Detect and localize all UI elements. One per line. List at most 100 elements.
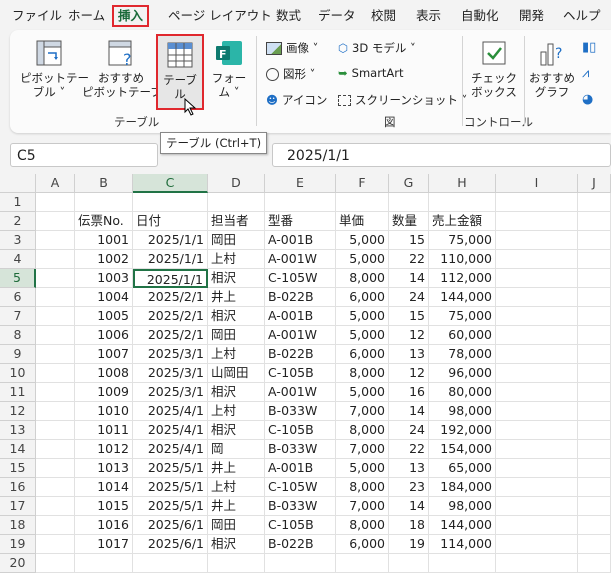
cell[interactable]: 1002 (75, 250, 133, 269)
cell[interactable] (578, 383, 611, 402)
cell[interactable] (578, 288, 611, 307)
cell[interactable] (208, 193, 265, 212)
cell[interactable]: 1003 (75, 269, 133, 288)
cell[interactable]: 井上 (208, 459, 265, 478)
tab-data[interactable]: データ (318, 6, 356, 26)
cell[interactable]: 8,000 (336, 364, 389, 383)
tab-file[interactable]: ファイル (12, 6, 62, 26)
cell[interactable] (496, 212, 578, 231)
cell[interactable] (36, 383, 75, 402)
cell[interactable]: 2025/4/1 (133, 402, 208, 421)
cell[interactable] (578, 345, 611, 364)
cell[interactable]: A-001W (265, 383, 336, 402)
row-header[interactable]: 3 (0, 231, 36, 250)
cell[interactable]: 相沢 (208, 269, 265, 288)
cell[interactable]: 1011 (75, 421, 133, 440)
cell[interactable] (496, 459, 578, 478)
cell[interactable] (265, 554, 336, 573)
cell[interactable]: 岡 (208, 440, 265, 459)
row-header[interactable]: 18 (0, 516, 36, 535)
cell[interactable] (496, 193, 578, 212)
cell[interactable] (389, 554, 429, 573)
cell[interactable] (496, 440, 578, 459)
cell[interactable] (36, 440, 75, 459)
row-header[interactable]: 4 (0, 250, 36, 269)
cell[interactable]: 1005 (75, 307, 133, 326)
cell[interactable]: 上村 (208, 402, 265, 421)
cell[interactable] (496, 535, 578, 554)
cell[interactable] (208, 554, 265, 573)
cell[interactable] (578, 364, 611, 383)
cell[interactable]: A-001B (265, 459, 336, 478)
cell[interactable] (36, 250, 75, 269)
select-all-corner[interactable] (0, 174, 36, 193)
cell[interactable] (578, 516, 611, 535)
cell[interactable]: B-033W (265, 497, 336, 516)
tab-help[interactable]: ヘルプ (563, 6, 601, 26)
cell[interactable]: 2025/1/1 (133, 250, 208, 269)
cell[interactable]: 22 (389, 250, 429, 269)
cell[interactable]: 2025/3/1 (133, 383, 208, 402)
cell[interactable]: 2025/6/1 (133, 516, 208, 535)
cell[interactable] (578, 269, 611, 288)
tab-page-layout[interactable]: ページ レイアウト (168, 6, 272, 26)
cell[interactable]: 2025/1/1 (133, 231, 208, 250)
tab-review[interactable]: 校閲 (371, 6, 396, 26)
cell[interactable] (578, 307, 611, 326)
cell[interactable]: 数量 (389, 212, 429, 231)
cell[interactable]: 伝票No. (75, 212, 133, 231)
cell[interactable] (578, 231, 611, 250)
cell[interactable]: 14 (389, 402, 429, 421)
cell[interactable]: 井上 (208, 497, 265, 516)
cell[interactable]: 154,000 (429, 440, 496, 459)
row-header[interactable]: 5 (0, 269, 36, 288)
cell[interactable] (75, 193, 133, 212)
column-header[interactable]: C (133, 174, 208, 193)
cell[interactable]: 2025/2/1 (133, 326, 208, 345)
cell[interactable]: 22 (389, 440, 429, 459)
cell[interactable] (496, 402, 578, 421)
image-button[interactable]: 画像 ˅ (266, 40, 318, 56)
cell[interactable]: 1004 (75, 288, 133, 307)
cell[interactable]: 144,000 (429, 288, 496, 307)
cell[interactable] (578, 193, 611, 212)
cell[interactable]: A-001W (265, 326, 336, 345)
row-header[interactable]: 11 (0, 383, 36, 402)
cell[interactable]: 110,000 (429, 250, 496, 269)
cell[interactable]: 岡田 (208, 516, 265, 535)
shapes-button[interactable]: 図形 ˅ (266, 66, 315, 82)
cell[interactable]: 岡田 (208, 326, 265, 345)
cell[interactable]: B-033W (265, 402, 336, 421)
cell[interactable]: 5,000 (336, 250, 389, 269)
row-header[interactable]: 12 (0, 402, 36, 421)
cell[interactable]: 192,000 (429, 421, 496, 440)
cell[interactable] (578, 421, 611, 440)
cell[interactable]: 13 (389, 345, 429, 364)
row-header[interactable]: 10 (0, 364, 36, 383)
cell[interactable] (36, 326, 75, 345)
cell[interactable]: 5,000 (336, 459, 389, 478)
cell[interactable] (496, 364, 578, 383)
cell[interactable] (496, 383, 578, 402)
cell[interactable]: 12 (389, 364, 429, 383)
smartart-button[interactable]: ➥ SmartArt (338, 66, 404, 80)
cell[interactable] (36, 231, 75, 250)
cell[interactable]: 14 (389, 497, 429, 516)
name-box[interactable]: C5 (10, 143, 158, 167)
cell[interactable]: 5,000 (336, 383, 389, 402)
line-chart-button[interactable]: ⩘ (582, 66, 589, 81)
cell[interactable] (496, 288, 578, 307)
checkbox-button[interactable]: チェック ボックス (468, 38, 520, 99)
cell[interactable]: 1017 (75, 535, 133, 554)
cell[interactable]: 15 (389, 307, 429, 326)
column-header[interactable]: F (336, 174, 389, 193)
cell[interactable]: 80,000 (429, 383, 496, 402)
cell[interactable]: 上村 (208, 345, 265, 364)
cell[interactable] (36, 421, 75, 440)
cell[interactable]: 担当者 (208, 212, 265, 231)
cell[interactable] (496, 250, 578, 269)
cell[interactable] (578, 250, 611, 269)
cell[interactable] (496, 421, 578, 440)
cell[interactable]: 型番 (265, 212, 336, 231)
cell[interactable]: 18 (389, 516, 429, 535)
